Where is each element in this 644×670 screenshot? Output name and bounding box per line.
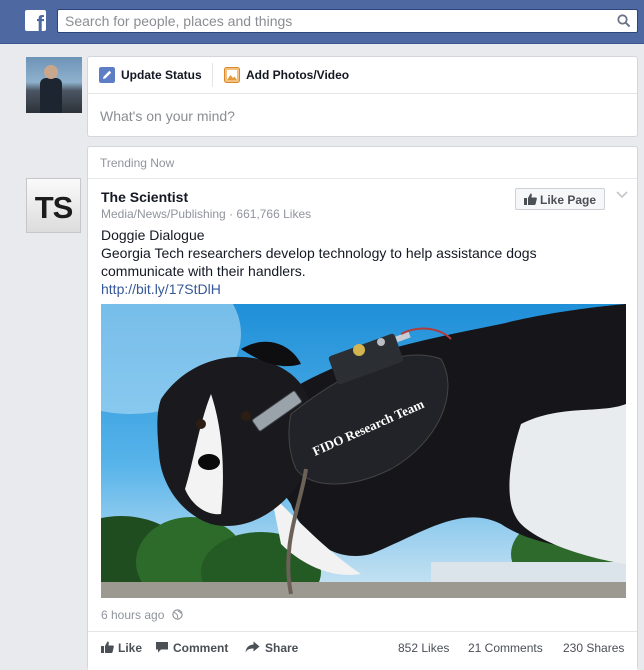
page-avatar[interactable]: TS — [26, 178, 81, 233]
page-avatar-initials: TS — [34, 190, 74, 225]
like-page-label: Like Page — [540, 193, 597, 207]
trending-label: Trending Now — [100, 156, 175, 170]
dog-photo: FIDO Research Team — [101, 304, 626, 598]
post-title: Doggie Dialogue — [101, 227, 205, 243]
comment-label: Comment — [173, 641, 229, 655]
feed-post: Trending Now The Scientist Media/News/Pu… — [87, 146, 638, 670]
tab-update-status[interactable]: Update Status — [99, 57, 211, 93]
tab-add-photos[interactable]: Add Photos/Video — [224, 57, 354, 93]
like-label: Like — [118, 641, 143, 655]
thumbs-up-icon — [101, 641, 114, 653]
shares-count[interactable]: 230 Shares — [563, 641, 624, 655]
post-text: Doggie Dialogue Georgia Tech researchers… — [101, 226, 621, 298]
page-name-link[interactable]: The Scientist — [101, 189, 188, 205]
post-action-bar: Like Comment Share 852 Likes 21 Comments… — [88, 631, 637, 670]
share-icon — [245, 641, 260, 653]
post-divider — [88, 178, 637, 179]
search-icon — [617, 14, 631, 28]
post-timestamp[interactable]: 6 hours ago — [101, 608, 164, 622]
share-button[interactable]: Share — [245, 632, 305, 664]
tab-divider — [212, 63, 213, 87]
search-box — [57, 9, 638, 33]
post-image[interactable]: FIDO Research Team — [101, 304, 626, 598]
globe-icon — [172, 609, 183, 620]
status-input[interactable]: What's on your mind? — [100, 108, 235, 124]
composer-tabs: Update Status Add Photos/Video — [88, 57, 637, 94]
comment-button[interactable]: Comment — [156, 632, 236, 664]
photo-icon — [224, 67, 240, 83]
like-button[interactable]: Like — [101, 632, 151, 664]
avatar-figure-body — [40, 78, 62, 113]
thumbs-up-icon — [524, 193, 537, 205]
page-meta: Media/News/Publishing · 661,766 Likes — [101, 207, 312, 221]
search-button[interactable] — [611, 10, 637, 32]
tab-update-status-label: Update Status — [121, 68, 202, 82]
post-link[interactable]: http://bit.ly/17StDlH — [101, 280, 621, 298]
chevron-down-icon[interactable] — [616, 191, 628, 199]
facebook-logo[interactable]: f — [25, 10, 46, 31]
post-body: Georgia Tech researchers develop technol… — [101, 245, 537, 279]
status-composer: Update Status Add Photos/Video What's on… — [87, 56, 638, 137]
search-input[interactable] — [58, 10, 605, 32]
like-page-button[interactable]: Like Page — [515, 188, 605, 210]
user-avatar[interactable] — [26, 57, 82, 113]
share-label: Share — [265, 641, 299, 655]
comment-icon — [156, 642, 168, 653]
top-bar: f — [0, 0, 644, 44]
avatar-figure-head — [44, 65, 58, 79]
facebook-logo-letter: f — [36, 11, 44, 32]
pencil-icon — [99, 67, 115, 83]
likes-count[interactable]: 852 Likes — [398, 641, 449, 655]
comments-count[interactable]: 21 Comments — [468, 641, 543, 655]
tab-add-photos-label: Add Photos/Video — [246, 68, 350, 82]
